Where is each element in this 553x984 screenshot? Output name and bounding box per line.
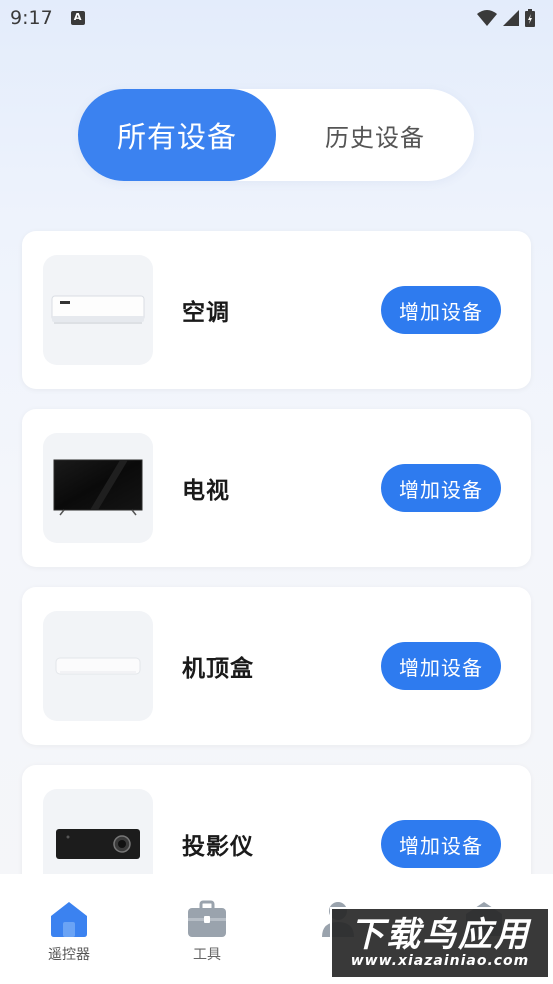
tv-image: [43, 433, 153, 543]
device-name: 空调: [182, 300, 230, 326]
set-top-box-image: [43, 611, 153, 721]
tab-all-devices[interactable]: 所有设备: [78, 89, 276, 181]
device-name: 机顶盒: [182, 656, 254, 682]
add-device-button[interactable]: 增加设备: [381, 820, 501, 868]
tab-history-devices[interactable]: 历史设备: [276, 89, 474, 181]
watermark-title: 下载鸟应用: [350, 914, 530, 955]
watermark: 下载鸟应用 www.xiazainiao.com: [330, 907, 550, 979]
signal-icon: [503, 10, 519, 26]
a-icon: A: [70, 11, 85, 25]
battery-icon: [525, 9, 535, 27]
status-time: 9:17: [10, 7, 53, 29]
add-device-button[interactable]: 增加设备: [381, 464, 501, 512]
air-conditioner-image: [43, 255, 153, 365]
wifi-icon: [477, 10, 497, 26]
home-icon: [48, 898, 90, 940]
device-card-air-conditioner[interactable]: 空调 增加设备: [22, 231, 531, 389]
device-tabs: 所有设备 历史设备: [78, 89, 474, 181]
nav-item-remote[interactable]: 遥控器: [29, 898, 109, 964]
status-right: [477, 9, 535, 27]
nav-label: 工具: [193, 947, 221, 963]
device-name: 电视: [182, 478, 230, 504]
device-card-set-top-box[interactable]: 机顶盒 增加设备: [22, 587, 531, 745]
watermark-url: www.xiazainiao.com: [350, 953, 530, 969]
status-bar: 9:17 A: [0, 0, 553, 36]
status-left: 9:17 A: [10, 7, 85, 29]
nav-label: 遥控器: [48, 947, 90, 963]
add-device-button[interactable]: 增加设备: [381, 286, 501, 334]
nav-item-tools[interactable]: 工具: [167, 898, 247, 964]
device-card-tv[interactable]: 电视 增加设备: [22, 409, 531, 567]
device-list: 空调 增加设备 电视 增加设备 机顶盒 增加设备 投影仪 增加设备: [22, 231, 531, 943]
toolbox-icon: [186, 898, 228, 940]
add-device-button[interactable]: 增加设备: [381, 642, 501, 690]
